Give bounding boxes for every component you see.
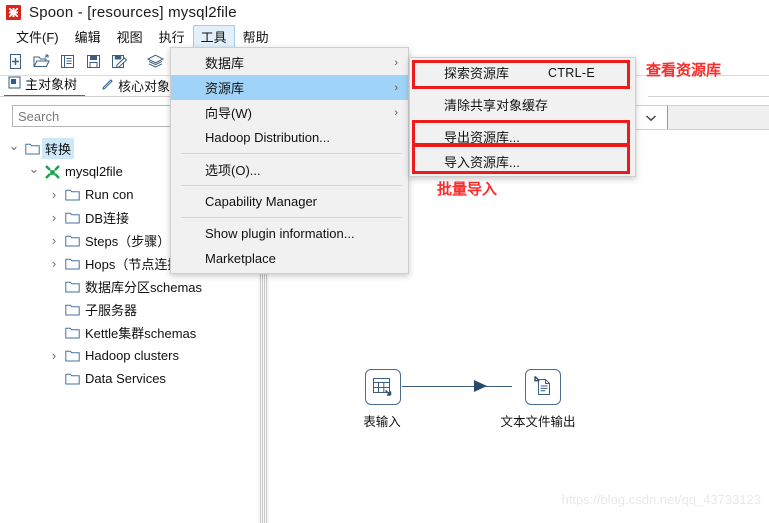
twisty-right-icon[interactable]: › [46,211,62,224]
tab-core-objects-label: 核心对象 [118,79,171,94]
spoon-logo-icon [6,5,21,20]
new-file-icon[interactable] [4,50,26,72]
tree-item-label: mysql2file [65,164,123,179]
repository-menu-item-label: 清除共享对象缓存 [444,98,549,113]
tree-item-label: Kettle集群schemas [85,326,197,341]
chevron-right-icon: › [394,106,398,119]
highlight-box-export-repository [412,120,630,146]
menu-file[interactable]: 文件(F) [8,25,67,48]
tree-item-label: Steps（步骤） [85,234,171,249]
layers-icon[interactable] [144,50,166,72]
menu-help[interactable]: 帮助 [235,25,277,48]
open-file-icon[interactable] [30,50,52,72]
tree-item-label: DB连接 [85,211,130,226]
chevron-right-icon: › [394,81,398,94]
menu-tools[interactable]: 工具 [192,24,235,48]
tab-main-object-tree-label: 主对象树 [25,77,78,92]
folder-icon [62,303,82,316]
tools-menu-item-label: 选项(O)... [205,163,261,178]
tree-item-label: Data Services [85,371,166,386]
hop-arrow-icon [474,380,487,392]
hop-connector[interactable] [402,386,512,387]
tools-dropdown-menu[interactable]: 数据库 › 资源库 › 向导(W) › Hadoop Distribution... 选项(O… [170,47,409,274]
tools-menu-item-label: Marketplace [205,251,276,266]
tree-item-label: 转换 [42,138,75,159]
transformation-icon [42,164,62,179]
tools-menu-item[interactable]: Show plugin information... [171,221,408,246]
menu-separator [181,185,402,186]
twisty-down-icon[interactable]: ⌄ [6,139,22,152]
repository-menu-item[interactable]: 清除共享对象缓存 [410,92,635,117]
tools-menu-item[interactable]: 资源库 › [171,75,408,100]
table-input-icon [373,378,392,396]
step-text-file-output-label: 文本文件输出 [500,415,576,429]
menu-separator [181,217,402,218]
tree-item[interactable]: 子服务器 [0,298,258,321]
twisty-down-icon[interactable]: ⌄ [26,162,42,175]
tree-item-label: 数据库分区schemas [85,280,203,295]
folder-icon [62,257,82,270]
tools-menu-item[interactable]: 向导(W) › [171,100,408,125]
tools-menu-item[interactable]: Hadoop Distribution... [171,125,408,150]
folder-icon [62,234,82,247]
toolbar-combo-field[interactable] [668,106,769,129]
tree-item[interactable]: › Hadoop clusters [0,344,258,367]
chevron-right-icon: › [394,56,398,69]
twisty-right-icon[interactable]: › [46,257,62,270]
menu-view[interactable]: 视图 [109,25,151,48]
highlight-box-import-repository [412,144,630,174]
twisty-right-icon[interactable]: › [46,234,62,247]
annotation-view-repository: 查看资源库 [646,62,722,79]
menu-edit[interactable]: 编辑 [67,25,109,48]
tools-menu-item-label: Show plugin information... [205,226,355,241]
tree-item[interactable]: Kettle集群schemas [0,321,258,344]
pencil-icon [101,78,114,94]
highlight-box-explore-repository [412,60,630,89]
application-window: Spoon - [resources] mysql2file 文件(F) 编辑 … [0,0,769,523]
tools-menu-item[interactable]: Capability Manager [171,189,408,214]
tools-menu-item-label: 数据库 [205,56,245,71]
tools-menu-item-label: 资源库 [205,81,245,96]
tree-view-icon [8,76,21,92]
menu-bar: 文件(F) 编辑 视图 执行 工具 帮助 [0,24,769,48]
text-file-output-icon [534,376,550,395]
tree-item[interactable]: Data Services [0,367,258,390]
tools-menu-item[interactable]: Marketplace [171,246,408,271]
menu-separator [181,153,402,154]
tools-menu-item-label: Hadoop Distribution... [205,130,331,145]
step-text-file-output[interactable] [525,369,561,405]
tree-item-label: Run con [85,187,134,202]
tree-item-label: 子服务器 [85,303,138,318]
tools-menu-item[interactable]: 数据库 › [171,50,408,75]
folder-icon [62,349,82,362]
chevron-down-icon[interactable] [635,106,668,129]
toolbar-strip-line [648,96,769,97]
tree-item-label: Hadoop clusters [85,348,179,363]
save-as-icon[interactable] [108,50,130,72]
save-icon[interactable] [82,50,104,72]
twisty-right-icon[interactable]: › [46,349,62,362]
step-table-input-label: 表输入 [363,415,401,429]
twisty-right-icon[interactable]: › [46,188,62,201]
toolbar-combo[interactable] [635,105,769,130]
folder-icon [62,211,82,224]
folder-icon [62,280,82,293]
folder-icon [62,326,82,339]
watermark-text: https://blog.csdn.net/qq_43733123 [561,492,762,507]
tree-item[interactable]: 数据库分区schemas [0,275,258,298]
folder-icon [22,142,42,155]
folder-icon [62,372,82,385]
folder-icon [62,188,82,201]
tools-menu-item-label: 向导(W) [205,106,252,121]
tools-menu-item-label: Capability Manager [205,194,318,209]
step-table-input[interactable] [365,369,401,405]
menu-run[interactable]: 执行 [151,25,193,48]
tools-menu-item[interactable]: 选项(O)... [171,157,408,182]
annotation-batch-import: 批量导入 [437,181,498,198]
window-title: Spoon - [resources] mysql2file [29,4,237,21]
title-bar: Spoon - [resources] mysql2file [0,0,769,25]
explore-icon[interactable] [56,50,78,72]
tab-main-object-tree[interactable]: 主对象树 [4,73,86,97]
tab-core-objects[interactable]: 核心对象 [97,75,178,97]
